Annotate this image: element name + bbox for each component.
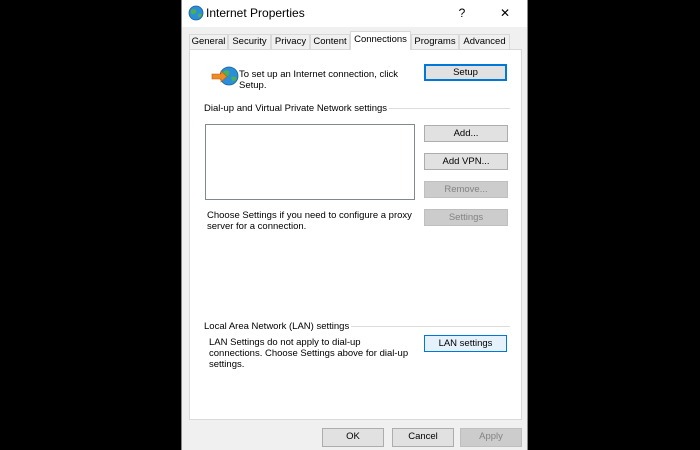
tab-programs[interactable]: Programs bbox=[411, 34, 459, 49]
tab-security[interactable]: Security bbox=[228, 34, 271, 49]
window-title: Internet Properties bbox=[206, 6, 305, 20]
setup-button[interactable]: Setup bbox=[424, 64, 507, 81]
globe-internet-icon bbox=[188, 5, 204, 21]
lan-description: LAN Settings do not apply to dial-up con… bbox=[209, 337, 409, 370]
settings-button[interactable]: Settings bbox=[424, 209, 508, 226]
cancel-button[interactable]: Cancel bbox=[392, 428, 454, 447]
add-button[interactable]: Add... bbox=[424, 125, 508, 142]
lan-settings-button[interactable]: LAN settings bbox=[424, 335, 507, 352]
add-vpn-button[interactable]: Add VPN... bbox=[424, 153, 508, 170]
close-button[interactable]: ✕ bbox=[492, 4, 518, 22]
internet-properties-dialog: Internet Properties ? ✕ General Security… bbox=[181, 0, 528, 450]
tab-advanced[interactable]: Advanced bbox=[459, 34, 510, 49]
ok-button[interactable]: OK bbox=[322, 428, 384, 447]
title-bar: Internet Properties ? ✕ bbox=[182, 0, 527, 27]
lan-group-label: Local Area Network (LAN) settings bbox=[204, 321, 352, 332]
tab-general[interactable]: General bbox=[189, 34, 228, 49]
globe-arrow-connection-icon bbox=[211, 66, 239, 86]
tab-privacy[interactable]: Privacy bbox=[271, 34, 310, 49]
apply-button[interactable]: Apply bbox=[460, 428, 522, 447]
vpn-group-label: Dial-up and Virtual Private Network sett… bbox=[204, 103, 390, 114]
setup-description: To set up an Internet connection, click … bbox=[239, 69, 398, 91]
connections-list[interactable] bbox=[205, 124, 415, 200]
tab-content[interactable]: Content bbox=[310, 34, 350, 49]
remove-button[interactable]: Remove... bbox=[424, 181, 508, 198]
tab-connections[interactable]: Connections bbox=[350, 31, 411, 50]
help-button[interactable]: ? bbox=[450, 4, 474, 22]
proxy-description: Choose Settings if you need to configure… bbox=[207, 210, 412, 232]
connections-panel: To set up an Internet connection, click … bbox=[189, 49, 522, 420]
